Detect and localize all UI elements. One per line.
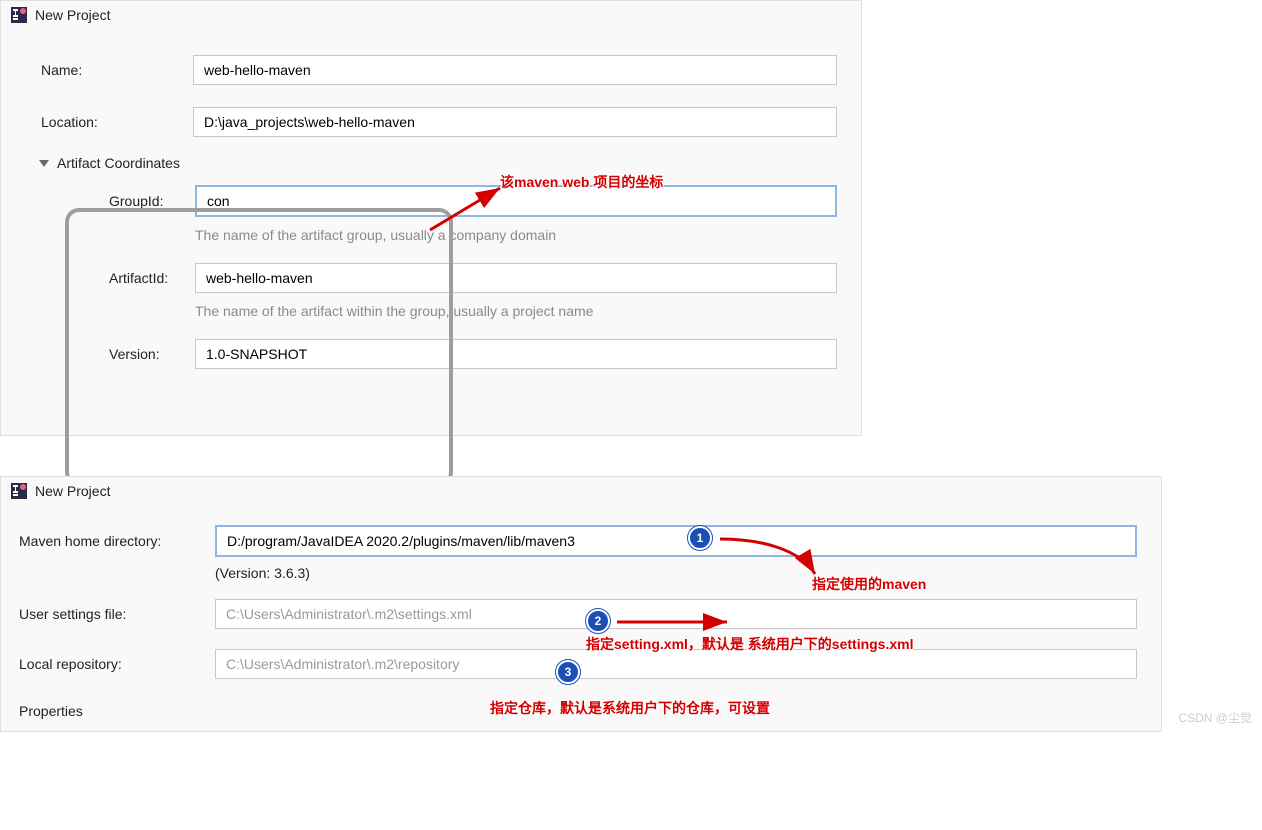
- intellij-icon: [11, 7, 27, 23]
- artifact-coordinates-header[interactable]: Artifact Coordinates: [1, 143, 861, 179]
- badge-2: 2: [586, 609, 610, 633]
- user-settings-label: User settings file:: [19, 606, 199, 622]
- annotation-text-repo: 指定仓库，默认是系统用户下的仓库，可设置: [490, 698, 770, 718]
- chevron-down-icon: [39, 160, 49, 167]
- location-label: Location:: [41, 114, 181, 130]
- watermark: CSDN @尘觉: [1178, 709, 1252, 726]
- groupid-label: GroupId:: [109, 193, 185, 209]
- artifact-coordinates-label: Artifact Coordinates: [57, 155, 180, 171]
- location-input[interactable]: [193, 107, 837, 137]
- panel-title-2: New Project: [35, 483, 110, 499]
- badge-3: 3: [556, 660, 580, 684]
- highlight-box: [65, 208, 453, 486]
- intellij-icon: [11, 483, 27, 499]
- maven-home-label: Maven home directory:: [19, 533, 199, 549]
- user-settings-input[interactable]: [215, 599, 1137, 629]
- annotation-text-maven: 指定使用的maven: [812, 574, 926, 594]
- maven-version-text: (Version: 3.6.3): [1, 563, 1161, 593]
- panel-title: New Project: [35, 7, 110, 23]
- panel-header-2: New Project: [1, 477, 1161, 505]
- name-label: Name:: [41, 62, 181, 78]
- panel-header: New Project: [1, 1, 861, 29]
- annotation-text-1: 该maven web 项目的坐标: [500, 172, 663, 192]
- new-project-panel-2: New Project Maven home directory: (Versi…: [0, 476, 1162, 732]
- maven-home-input[interactable]: [215, 525, 1137, 557]
- name-input[interactable]: [193, 55, 837, 85]
- local-repo-label: Local repository:: [19, 656, 199, 672]
- properties-label: Properties: [19, 703, 83, 719]
- badge-1: 1: [688, 526, 712, 550]
- annotation-text-settings: 指定setting.xml，默认是 系统用户下的settings.xml: [586, 634, 913, 654]
